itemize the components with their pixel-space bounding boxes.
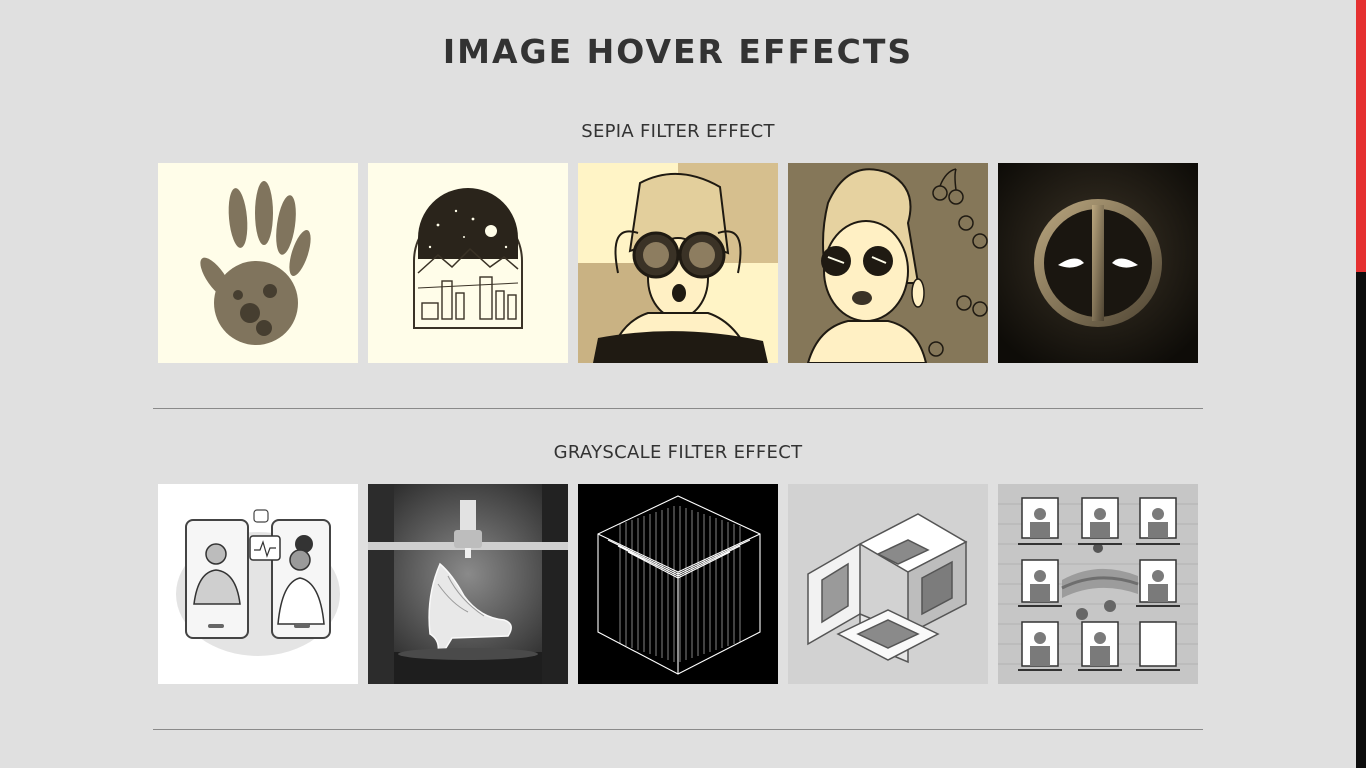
handprint-image[interactable] — [158, 163, 358, 363]
windows-neighbors-image[interactable] — [998, 484, 1198, 684]
doctor-video-call-image[interactable] — [158, 484, 358, 684]
scrollbar-thumb[interactable] — [1356, 0, 1366, 272]
3d-printed-shoe-image[interactable] — [368, 484, 568, 684]
deadpool-logo-image[interactable] — [998, 163, 1198, 363]
woman-binoculars-image[interactable] — [578, 163, 778, 363]
line-cube-image[interactable] — [578, 484, 778, 684]
woman-sunglasses-cherries-image[interactable] — [788, 163, 988, 363]
impossible-cube-image[interactable] — [788, 484, 988, 684]
section-divider — [153, 729, 1203, 730]
grayscale-section-title: GRAYSCALE FILTER EFFECT — [553, 442, 803, 463]
sepia-section-title: SEPIA FILTER EFFECT — [581, 121, 775, 142]
mountain-night-badge-image[interactable] — [368, 163, 568, 363]
grayscale-gallery — [158, 484, 1198, 684]
page-scrollbar[interactable] — [1356, 0, 1366, 768]
sepia-gallery — [158, 163, 1198, 363]
page-title: IMAGE HOVER EFFECTS — [442, 32, 914, 71]
section-divider — [153, 408, 1203, 409]
